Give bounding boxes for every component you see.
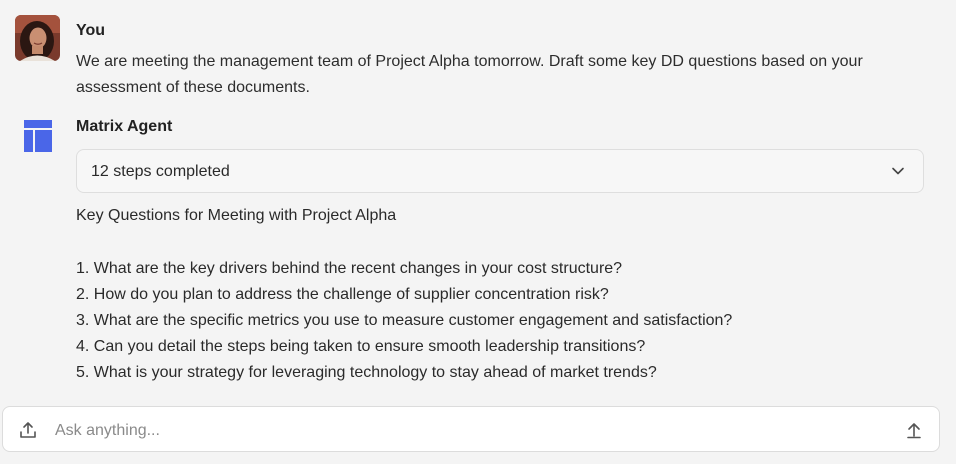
- chat-composer: [2, 406, 940, 452]
- matrix-agent-icon: [24, 120, 52, 152]
- upload-icon[interactable]: [18, 420, 38, 440]
- list-item: 5. What is your strategy for leveraging …: [76, 364, 657, 381]
- user-name: You: [76, 22, 106, 39]
- answer-title: Key Questions for Meeting with Project A…: [76, 207, 397, 224]
- avatar: [15, 15, 60, 61]
- chevron-down-icon[interactable]: [891, 164, 905, 178]
- ask-input[interactable]: [53, 417, 877, 445]
- list-item: 3. What are the specific metrics you use…: [76, 312, 733, 329]
- agent-name: Matrix Agent: [76, 118, 173, 135]
- user-message-text: We are meeting the management team of Pr…: [76, 53, 863, 96]
- steps-completed-dropdown[interactable]: 12 steps completed: [76, 149, 924, 193]
- steps-completed-label: 12 steps completed: [91, 163, 230, 180]
- list-item: 4. Can you detail the steps being taken …: [76, 338, 646, 355]
- send-arrow-icon[interactable]: [905, 421, 923, 439]
- questions-list: 1. What are the key drivers behind the r…: [76, 256, 732, 386]
- list-item: 1. What are the key drivers behind the r…: [76, 260, 623, 277]
- list-item: 2. How do you plan to address the challe…: [76, 286, 609, 303]
